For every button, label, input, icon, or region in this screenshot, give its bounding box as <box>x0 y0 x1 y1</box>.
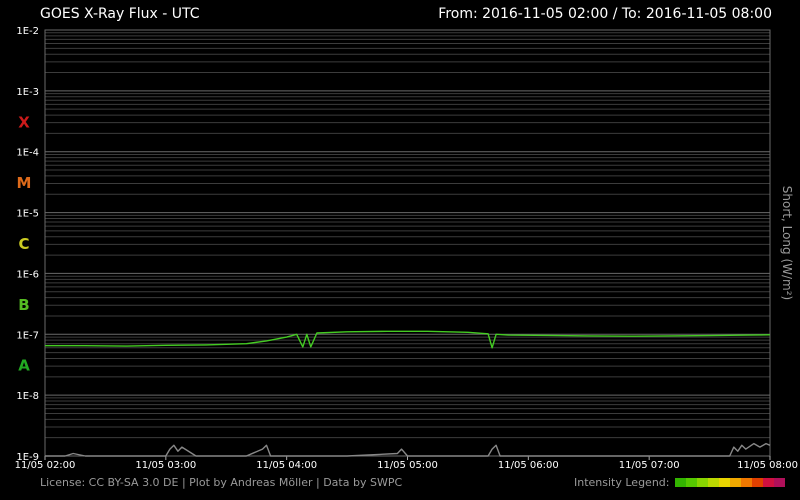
intensity-legend <box>675 478 785 487</box>
flare-class-m: M <box>17 174 32 192</box>
long-wavelength-series-line <box>45 330 771 349</box>
flare-class-c: C <box>18 235 29 253</box>
flare-class-a: A <box>18 357 30 375</box>
xray-flux-chart: 1E-91E-81E-71E-61E-51E-41E-31E-2ABCMX11/… <box>15 26 798 471</box>
x-tick-label: 11/05 02:00 <box>15 460 76 471</box>
y-axis-label: Short, Long (W/m²) <box>780 185 794 301</box>
x-tick-label: 11/05 08:00 <box>737 460 798 471</box>
legend-swatch <box>752 478 763 487</box>
legend-swatch <box>708 478 719 487</box>
x-tick-label: 11/05 03:00 <box>135 460 196 471</box>
y-tick-label: 1E-5 <box>16 209 39 220</box>
x-tick-label: 11/05 06:00 <box>498 460 559 471</box>
x-tick-label: 11/05 05:00 <box>377 460 438 471</box>
legend-swatch <box>719 478 730 487</box>
x-tick-label: 11/05 04:00 <box>256 460 317 471</box>
y-tick-label: 1E-4 <box>16 148 39 159</box>
legend-swatch <box>675 478 686 487</box>
y-tick-label: 1E-2 <box>16 26 39 37</box>
flare-class-x: X <box>18 113 30 131</box>
y-tick-label: 1E-7 <box>16 330 39 341</box>
y-tick-label: 1E-6 <box>16 269 39 280</box>
intensity-legend-label: Intensity Legend: <box>574 476 670 489</box>
legend-swatch <box>763 478 774 487</box>
legend-swatch <box>686 478 697 487</box>
x-tick-label: 11/05 07:00 <box>619 460 680 471</box>
legend-swatch <box>741 478 752 487</box>
flare-class-b: B <box>18 296 29 314</box>
license-text: License: CC BY-SA 3.0 DE | Plot by Andre… <box>40 476 403 489</box>
short-wavelength-series-line <box>45 442 771 457</box>
y-tick-label: 1E-8 <box>16 391 39 402</box>
legend-swatch <box>730 478 741 487</box>
y-tick-label: 1E-3 <box>16 87 39 98</box>
legend-swatch <box>697 478 708 487</box>
legend-swatch <box>774 478 785 487</box>
